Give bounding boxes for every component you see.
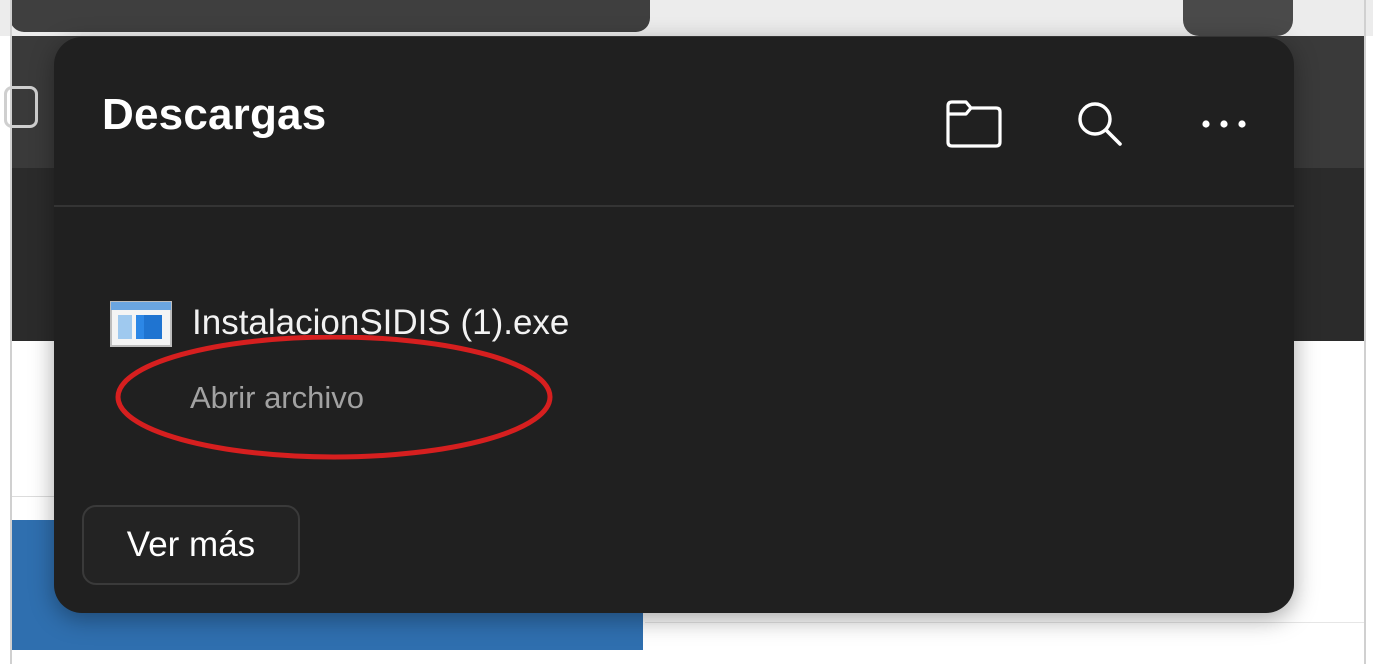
panel-title: Descargas <box>102 90 327 139</box>
exe-file-icon <box>110 301 172 347</box>
browser-toolbar-button[interactable] <box>1183 0 1293 36</box>
downloads-panel: Descargas InstalacionSIDIS (1).exe Abrir… <box>54 37 1294 613</box>
search-downloads-button[interactable] <box>1068 92 1132 156</box>
see-more-button[interactable]: Ver más <box>82 505 300 585</box>
open-downloads-folder-button[interactable] <box>942 92 1006 156</box>
image-border-right <box>1364 0 1366 664</box>
more-options-button[interactable] <box>1192 92 1256 156</box>
header-divider <box>54 205 1294 207</box>
download-file-name[interactable]: InstalacionSIDIS (1).exe <box>192 305 569 340</box>
search-icon <box>1078 102 1122 146</box>
more-options-icon <box>1202 120 1246 128</box>
browser-address-tab[interactable] <box>10 0 650 32</box>
download-item[interactable]: InstalacionSIDIS (1).exe <box>110 299 710 349</box>
folder-icon <box>946 100 1002 148</box>
open-file-link[interactable]: Abrir archivo <box>190 382 364 413</box>
page-divider <box>645 622 1365 623</box>
image-border-left <box>10 0 12 664</box>
